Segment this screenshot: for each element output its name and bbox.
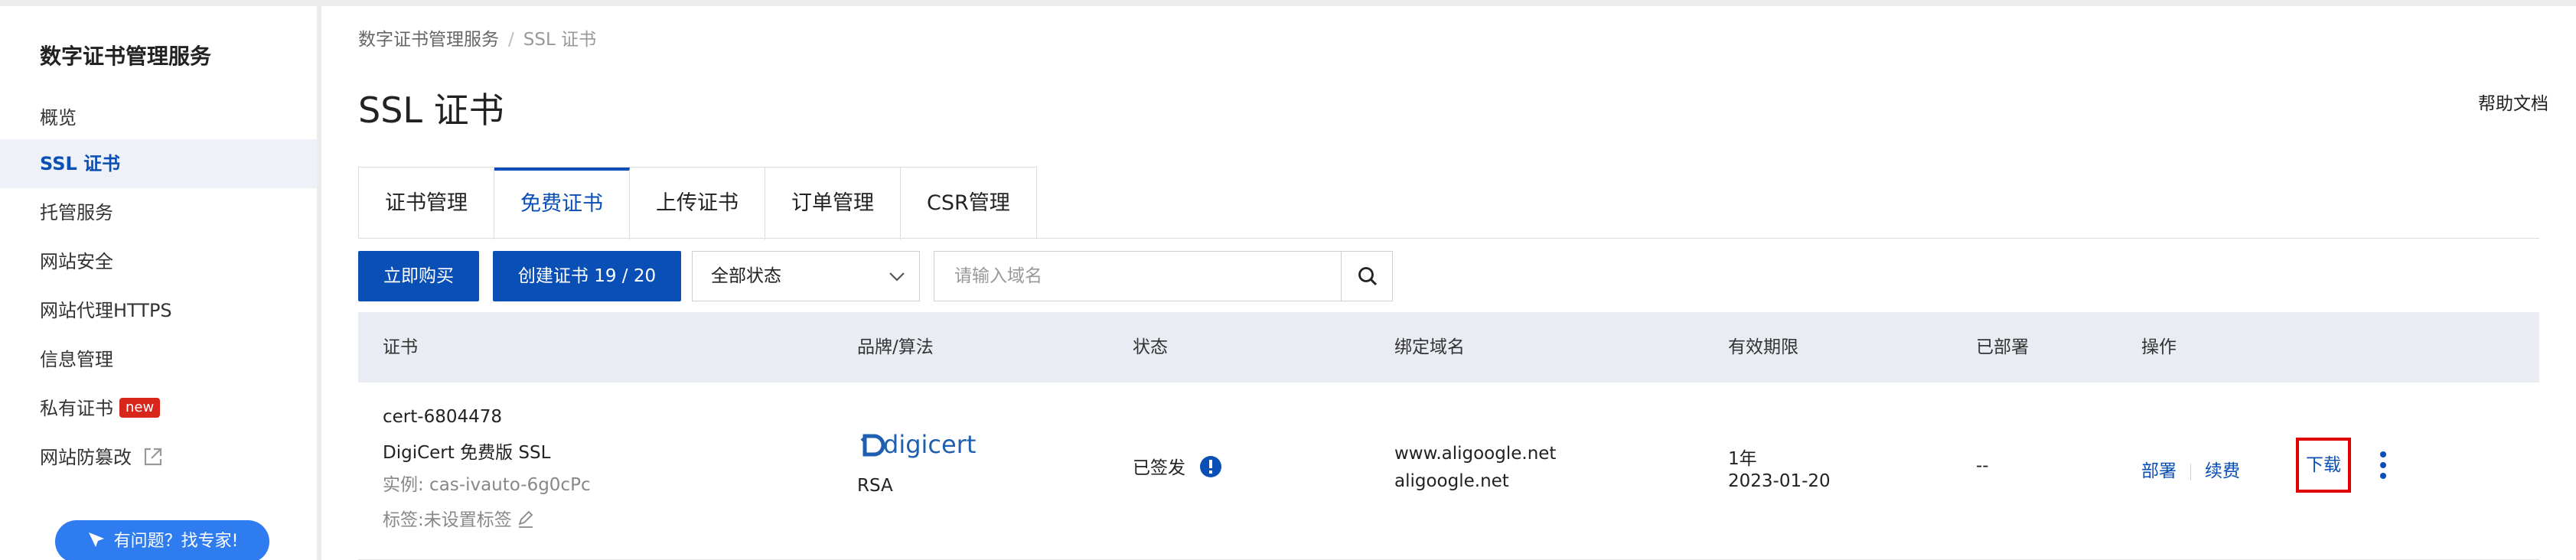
sidebar-title: 数字证书管理服务 xyxy=(40,44,212,69)
search-icon xyxy=(1358,267,1378,286)
col-header-actions: 操作 xyxy=(2141,337,2177,357)
breadcrumb-current: SSL 证书 xyxy=(523,30,597,50)
status-select-value: 全部状态 xyxy=(711,266,781,286)
deploy-link[interactable]: 部署 xyxy=(2141,461,2177,481)
sidebar-item-info-management[interactable]: 信息管理 xyxy=(0,335,317,384)
breadcrumb: 数字证书管理服务 / SSL 证书 xyxy=(358,24,596,50)
top-strip xyxy=(0,0,2576,6)
info-icon[interactable] xyxy=(1199,455,1222,478)
sidebar-item-label: 私有证书 xyxy=(40,398,113,419)
search-button[interactable] xyxy=(1341,251,1393,301)
tab-free-cert[interactable]: 免费证书 xyxy=(494,168,630,239)
domain-search-input[interactable] xyxy=(934,251,1341,301)
tab-csr-management[interactable]: CSR管理 xyxy=(901,168,1036,239)
table-row: cert-6804478 DigiCert 免费版 SSL 实例: cas-iv… xyxy=(358,383,2539,560)
algorithm: RSA xyxy=(857,476,893,496)
sidebar-item-overview[interactable]: 概览 xyxy=(0,93,317,142)
sidebar-item-label: 网站防篡改 xyxy=(40,447,132,468)
new-badge: new xyxy=(119,398,161,418)
svg-text:digicert: digicert xyxy=(883,430,976,459)
sidebar-item-label: 概览 xyxy=(40,107,77,129)
cert-tag-text: 标签:未设置标签 xyxy=(383,510,512,530)
cert-instance: 实例: cas-ivauto-6g0cPc xyxy=(383,475,591,495)
cert-id: cert-6804478 xyxy=(383,407,503,427)
pointer-icon xyxy=(88,532,104,547)
tab-bar: 证书管理 免费证书 上传证书 订单管理 CSR管理 xyxy=(358,167,1037,239)
sidebar-item-proxy-https[interactable]: 网站代理HTTPS xyxy=(0,286,317,335)
sidebar-item-label: 网站代理HTTPS xyxy=(40,300,172,321)
col-header-status: 状态 xyxy=(1133,337,1168,357)
external-link-icon xyxy=(144,448,162,466)
create-cert-button[interactable]: 创建证书 19 / 20 xyxy=(493,251,681,301)
sidebar-item-private-cert[interactable]: 私有证书 new xyxy=(0,384,317,433)
col-header-deployed: 已部署 xyxy=(1976,337,2029,357)
tab-upload-cert[interactable]: 上传证书 xyxy=(630,168,765,239)
breadcrumb-separator: / xyxy=(508,30,514,50)
row-actions: 部署 续费 xyxy=(2141,456,2240,482)
status: 已签发 xyxy=(1133,453,1222,480)
sidebar-item-label: 网站安全 xyxy=(40,251,113,272)
sidebar-item-tamper-protection[interactable]: 网站防篡改 xyxy=(0,433,317,482)
cert-tag: 标签:未设置标签 xyxy=(383,505,535,531)
col-header-domain: 绑定域名 xyxy=(1394,337,1465,357)
sidebar-item-label: SSL 证书 xyxy=(40,153,121,174)
sidebar-item-website-security[interactable]: 网站安全 xyxy=(0,237,317,286)
sidebar-item-ssl-cert[interactable]: SSL 证书 xyxy=(0,139,317,188)
edit-icon[interactable] xyxy=(517,510,535,529)
tab-order-management[interactable]: 订单管理 xyxy=(765,168,901,239)
status-text: 已签发 xyxy=(1133,458,1185,478)
chevron-down-icon xyxy=(889,272,905,282)
renew-link[interactable]: 续费 xyxy=(2205,461,2240,481)
page-title: SSL 证书 xyxy=(358,90,504,131)
download-link[interactable]: 下载 xyxy=(2296,438,2351,493)
col-header-brand: 品牌/算法 xyxy=(857,337,934,357)
action-divider xyxy=(2190,463,2191,480)
col-header-cert: 证书 xyxy=(383,337,418,357)
breadcrumb-root[interactable]: 数字证书管理服务 xyxy=(358,30,499,50)
sidebar-item-label: 托管服务 xyxy=(40,202,113,223)
deployed-value: -- xyxy=(1976,456,1989,476)
sidebar-item-hosting[interactable]: 托管服务 xyxy=(0,188,317,237)
digicert-logo-icon: digicert xyxy=(860,430,976,459)
main-content: 数字证书管理服务 / SSL 证书 SSL 证书 帮助文档 证书管理 免费证书 上传… xyxy=(321,6,2576,560)
help-doc-link[interactable]: 帮助文档 xyxy=(2478,89,2548,115)
ask-expert-label: 有问题？找专家! xyxy=(113,532,239,551)
ask-expert-button[interactable]: 有问题？找专家! xyxy=(55,520,269,560)
validity-period: 1年 xyxy=(1728,449,1757,469)
tabs-divider xyxy=(358,238,2539,239)
table-header: 证书 品牌/算法 状态 绑定域名 有效期限 已部署 操作 xyxy=(358,312,2539,383)
tab-cert-management[interactable]: 证书管理 xyxy=(359,168,494,239)
expiry-date: 2023-01-20 xyxy=(1728,471,1831,491)
more-vertical-icon[interactable] xyxy=(2379,450,2388,480)
domain-primary: www.aligoogle.net xyxy=(1394,444,1557,464)
domain-secondary: aligoogle.net xyxy=(1394,471,1509,491)
cert-name: DigiCert 免费版 SSL xyxy=(383,443,551,463)
col-header-validity: 有效期限 xyxy=(1728,337,1798,357)
sidebar-item-label: 信息管理 xyxy=(40,349,113,370)
status-select[interactable]: 全部状态 xyxy=(692,251,920,301)
buy-now-button[interactable]: 立即购买 xyxy=(358,251,479,301)
sidebar: 数字证书管理服务 概览 SSL 证书 托管服务 网站安全 网站代理HTTPS 信… xyxy=(0,6,321,560)
